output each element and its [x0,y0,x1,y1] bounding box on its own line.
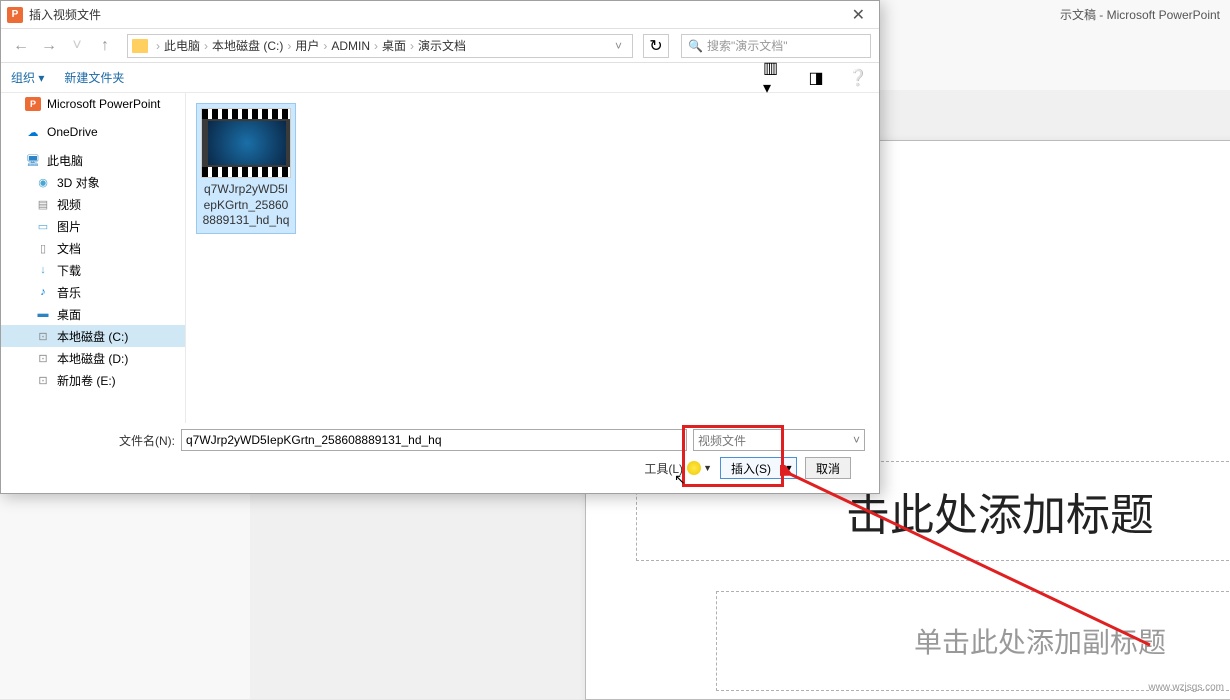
preview-pane-button[interactable]: ◨ [805,67,827,89]
sidebar: P Microsoft PowerPoint ☁ OneDrive 🖥 此电脑 ◉ 3D 对象… [1,93,186,423]
filename-label: 文件名(N): [119,432,175,449]
breadcrumb-item[interactable]: 此电脑 [164,37,200,54]
sidebar-item-label: 本地磁盘 (D:) [57,350,128,367]
search-input[interactable]: 🔍 搜索"演示文档" [681,34,871,58]
filetype-value: 视频文件 [698,432,746,449]
icon-onedrive: ☁ [25,125,41,139]
sidebar-item[interactable]: ◉ 3D 对象 [1,171,185,193]
back-button[interactable]: ← [9,34,33,58]
sidebar-item-label: 音乐 [57,284,81,301]
breadcrumb-item[interactable]: ADMIN [331,39,370,53]
breadcrumb[interactable]: › 此电脑 › 本地磁盘 (C:) › 用户 › ADMIN › 桌面 › 演示… [127,34,633,58]
icon-3d: ◉ [35,175,51,189]
navigation-bar: ← → ˅ ↑ › 此电脑 › 本地磁盘 (C:) › 用户 › ADMIN ›… [1,29,879,63]
dialog-title: 插入视频文件 [29,6,844,23]
sidebar-item-label: 新加卷 (E:) [57,372,116,389]
sidebar-item[interactable]: ▯ 文档 [1,237,185,259]
file-list[interactable]: q7WJrp2yWD5IepKGrtn_258608889131_hd_hq [186,93,879,423]
filename-input[interactable] [181,429,687,451]
sidebar-item-label: 文档 [57,240,81,257]
insert-dropdown-icon[interactable]: ▼ [781,457,797,479]
icon-drive: ⊡ [35,329,51,343]
sidebar-item[interactable]: ⊡ 本地磁盘 (D:) [1,347,185,369]
sidebar-item[interactable]: ♪ 音乐 [1,281,185,303]
tools-button[interactable]: 工具(L) ▼ [644,460,712,477]
icon-ppt: P [25,97,41,111]
dialog-titlebar: P 插入视频文件 ✕ [1,1,879,29]
close-button[interactable]: ✕ [844,5,873,25]
file-name: q7WJrp2yWD5IepKGrtn_258608889131_hd_hq [201,182,291,229]
refresh-button[interactable]: ↻ [643,34,669,58]
sidebar-item-label: 3D 对象 [57,174,100,191]
sidebar-item-label: 桌面 [57,306,81,323]
sidebar-item-label: 下载 [57,262,81,279]
dialog-toolbar: 组织 ▾ 新建文件夹 ▥ ▾ ◨ ❔ [1,63,879,93]
icon-desktop: ▬ [35,307,51,321]
chevron-down-icon: ▼ [703,463,712,473]
highlight-dot-icon [687,461,701,475]
app-title: 示文稿 - Microsoft PowerPoint [1060,6,1220,23]
help-button[interactable]: ❔ [847,67,869,89]
sidebar-item[interactable]: ▬ 桌面 [1,303,185,325]
folder-icon [132,39,148,53]
icon-pic: ▭ [35,219,51,233]
file-item[interactable]: q7WJrp2yWD5IepKGrtn_258608889131_hd_hq [196,103,296,234]
sidebar-item[interactable]: ▭ 图片 [1,215,185,237]
sidebar-item[interactable]: 🖥 此电脑 [1,149,185,171]
sidebar-item-label: Microsoft PowerPoint [47,97,160,111]
icon-video: ▤ [35,197,51,211]
search-placeholder: 搜索"演示文档" [707,37,788,54]
breadcrumb-item[interactable]: 用户 [295,37,319,54]
sidebar-item[interactable]: ↓ 下载 [1,259,185,281]
insert-button[interactable]: 插入(S) ▼ [720,457,797,479]
sidebar-item-label: 此电脑 [47,152,83,169]
new-folder-button[interactable]: 新建文件夹 [64,69,124,86]
app-icon: P [7,7,23,23]
recent-dropdown-icon[interactable]: ˅ [65,34,89,58]
organize-button[interactable]: 组织 ▾ [11,69,44,86]
icon-download: ↓ [35,263,51,277]
breadcrumb-item[interactable]: 演示文档 [418,37,466,54]
subtitle-placeholder[interactable]: 单击此处添加副标题 [716,591,1230,691]
sidebar-item[interactable]: ⊡ 本地磁盘 (C:) [1,325,185,347]
sidebar-item-label: 视频 [57,196,81,213]
cancel-button[interactable]: 取消 [805,457,851,479]
filetype-select[interactable]: 视频文件 ˅ [693,429,865,451]
breadcrumb-item[interactable]: 本地磁盘 (C:) [212,37,283,54]
sidebar-item-label: OneDrive [47,125,98,139]
icon-drive: ⊡ [35,373,51,387]
sidebar-item-label: 本地磁盘 (C:) [57,328,128,345]
watermark: www.wzjsgs.com [1148,682,1224,693]
icon-pc: 🖥 [25,153,41,167]
sidebar-item[interactable]: P Microsoft PowerPoint [1,93,185,115]
breadcrumb-item[interactable]: 桌面 [382,37,406,54]
dialog-body: P Microsoft PowerPoint ☁ OneDrive 🖥 此电脑 ◉ 3D 对象… [1,93,879,423]
sidebar-item[interactable]: ▤ 视频 [1,193,185,215]
up-button[interactable]: ↑ [93,34,117,58]
forward-button[interactable]: → [37,34,61,58]
search-icon: 🔍 [688,39,703,53]
sidebar-item-label: 图片 [57,218,81,235]
app-titlebar: 示文稿 - Microsoft PowerPoint [1050,0,1230,28]
view-mode-button[interactable]: ▥ ▾ [763,67,785,89]
icon-music: ♪ [35,285,51,299]
icon-drive: ⊡ [35,351,51,365]
sidebar-item[interactable]: ⊡ 新加卷 (E:) [1,369,185,391]
sidebar-item[interactable]: ☁ OneDrive [1,121,185,143]
insert-video-dialog: P 插入视频文件 ✕ ← → ˅ ↑ › 此电脑 › 本地磁盘 (C:) › 用… [0,0,880,494]
dialog-footer: 文件名(N): 视频文件 ˅ 工具(L) ▼ 插入(S) ▼ 取消 [1,423,879,485]
chevron-down-icon: ˅ [853,433,860,447]
icon-doc: ▯ [35,241,51,255]
breadcrumb-dropdown-icon[interactable]: ˅ [609,39,628,53]
video-thumbnail [201,108,291,178]
